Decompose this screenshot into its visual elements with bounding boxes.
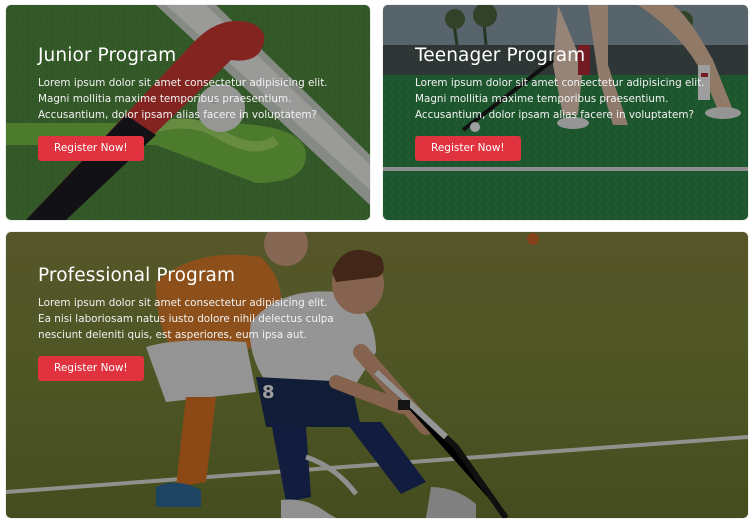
card-content: Teenager Program Lorem ipsum dolor sit a… bbox=[415, 45, 720, 161]
card-title: Professional Program bbox=[38, 265, 236, 286]
card-content: Junior Program Lorem ipsum dolor sit ame… bbox=[38, 45, 338, 161]
card-title: Junior Program bbox=[38, 45, 177, 66]
program-card-junior: Junior Program Lorem ipsum dolor sit ame… bbox=[6, 5, 370, 220]
register-now-button[interactable]: Register Now! bbox=[38, 136, 144, 161]
card-description: Lorem ipsum dolor sit amet consectetur a… bbox=[415, 77, 705, 121]
card-description: Lorem ipsum dolor sit amet consectetur a… bbox=[38, 77, 328, 121]
program-card-professional: 8 Professional Program Lorem ipsum dolor… bbox=[6, 232, 748, 518]
register-now-button[interactable]: Register Now! bbox=[415, 136, 521, 161]
card-content: Professional Program Lorem ipsum dolor s… bbox=[38, 265, 343, 381]
card-description: Lorem ipsum dolor sit amet consectetur a… bbox=[38, 297, 334, 341]
card-title: Teenager Program bbox=[415, 45, 586, 66]
program-card-teenager: Teenager Program Lorem ipsum dolor sit a… bbox=[383, 5, 748, 220]
register-now-button[interactable]: Register Now! bbox=[38, 356, 144, 381]
